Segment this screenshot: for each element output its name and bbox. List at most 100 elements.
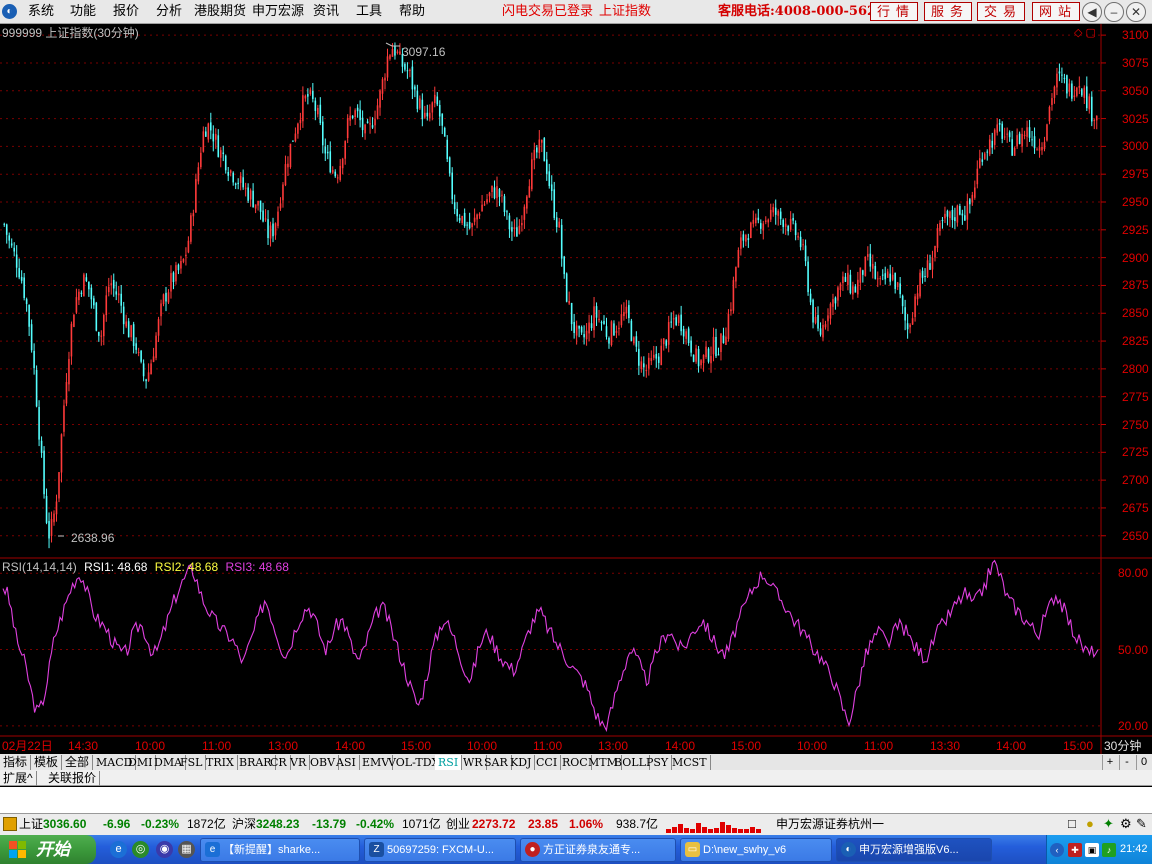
taskbar-item-label: D:\new_swhy_v6 [703, 844, 787, 856]
sh-index-amount: 1872亿 [187, 817, 226, 831]
chart-corner-icons[interactable]: ◇ ▢ [1074, 27, 1096, 39]
menu-hk-futures[interactable]: 港股期货 [194, 3, 246, 19]
tab-template[interactable]: 模板 [31, 755, 63, 770]
price-axis-label: 2925 [1122, 222, 1149, 237]
activity-bar [684, 828, 689, 833]
alert-icon[interactable] [3, 817, 17, 831]
zoom-out-button[interactable]: - [1119, 755, 1134, 770]
activity-bar [750, 827, 755, 833]
activity-bar [696, 823, 701, 833]
tab-trix[interactable]: TRIX [203, 755, 238, 770]
price-axis-label: 2950 [1122, 195, 1149, 209]
price-axis-label: 3025 [1122, 111, 1149, 126]
tab-rsi[interactable]: RSI [435, 755, 463, 770]
browser-icon[interactable]: ◎ [132, 841, 149, 858]
price-axis-label: 2650 [1122, 528, 1149, 543]
zoom-in-button[interactable]: + [1102, 755, 1117, 770]
ie-icon[interactable]: e [110, 841, 127, 858]
clock: 21:42 [1120, 843, 1148, 855]
tool-icon[interactable]: ✎ [1136, 815, 1147, 833]
lock-icon[interactable]: ● [1086, 815, 1094, 833]
price-axis-label: 2875 [1122, 278, 1149, 293]
price-axis-label: 2675 [1122, 500, 1149, 515]
low-label: 2638.96 [71, 531, 115, 545]
x-tick-label: 15:00 [731, 739, 762, 753]
taskbar-item-label: 申万宏源增强版V6... [859, 844, 959, 856]
tab-related-quotes[interactable]: 关联报价 [45, 771, 101, 786]
menu-help[interactable]: 帮助 [399, 3, 425, 19]
taskbar-item-swhy[interactable]: ◐ 申万宏源增强版V6... [836, 838, 992, 862]
activity-bar [702, 827, 707, 833]
activity-bar [756, 829, 761, 833]
menu-function[interactable]: 功能 [70, 3, 96, 19]
tab-all[interactable]: 全部 [62, 755, 94, 770]
taskbar-item-label: 50697259: FXCM-U... [387, 844, 494, 856]
menu-system[interactable]: 系统 [28, 3, 54, 19]
reset-button[interactable]: 0 [1136, 755, 1151, 770]
menu-tools[interactable]: 工具 [356, 3, 382, 19]
price-axis-label: 2825 [1122, 334, 1149, 349]
tab-asi[interactable]: ASI [333, 755, 360, 770]
tray-expand-icon[interactable]: ‹ [1050, 843, 1064, 857]
taskbar-item-forum[interactable]: e 【新提醒】sharke... [200, 838, 360, 862]
taskbar-item-founder[interactable]: ● 方正证券泉友通专... [520, 838, 676, 862]
z-app-icon: Z [369, 842, 384, 857]
price-axis-label: 2725 [1122, 445, 1149, 460]
sh-index-change: -6.96 [103, 817, 131, 831]
close-icon[interactable]: ✕ [1126, 2, 1146, 22]
chart-canvas[interactable] [0, 24, 1152, 754]
taskbar-item-folder[interactable]: ▭ D:\new_swhy_v6 [680, 838, 832, 862]
trade-button[interactable]: 交易 [977, 2, 1025, 21]
menu-swhy[interactable]: 申万宏源 [252, 3, 304, 19]
show-desktop-icon[interactable]: ▦ [178, 841, 195, 858]
app-logo-icon[interactable]: ◐ [2, 4, 17, 19]
taskbar-item-fxcm[interactable]: Z 50697259: FXCM-U... [364, 838, 516, 862]
sh-index-pct: -0.23% [141, 817, 180, 831]
tab-psy[interactable]: PSY [643, 755, 673, 770]
tab-indicator[interactable]: 指标 [0, 755, 32, 770]
window-icon[interactable]: □ [1068, 815, 1076, 833]
menu-quote[interactable]: 报价 [113, 3, 139, 19]
settings-icon[interactable]: ⚙ [1120, 815, 1132, 833]
back-icon[interactable]: ◀ [1082, 2, 1102, 22]
website-button[interactable]: 网站 [1032, 2, 1080, 21]
minimize-icon[interactable]: – [1104, 2, 1124, 22]
explorer-icon[interactable]: ◉ [156, 841, 173, 858]
x-tick-label: 14:00 [996, 739, 1027, 753]
rsi-legend-name: RSI(14,14,14) [2, 560, 77, 574]
price-axis-label: 2700 [1122, 473, 1149, 488]
rsi3-line [2, 559, 1099, 733]
hs-index-value: 3248.23 [256, 817, 300, 831]
signal-icon[interactable]: ✦ [1103, 815, 1114, 833]
activity-bar [714, 828, 719, 833]
taskbar-item-label: 方正证券泉友通专... [543, 844, 641, 856]
high-marker [385, 42, 400, 47]
x-tick-label: 10:00 [797, 739, 828, 753]
chart-title: 999999 上证指数(30分钟) [2, 26, 139, 40]
tab-cci[interactable]: CCI [533, 755, 562, 770]
market-button[interactable]: 行情 [870, 2, 918, 21]
menu-analysis[interactable]: 分析 [156, 3, 182, 19]
period-label[interactable]: 30分钟 [1104, 739, 1141, 753]
cy-index-amount: 938.7亿 [616, 817, 659, 831]
rsi-legend: RSI(14,14,14) RSI1: 48.68 RSI2: 48.68 RS… [2, 560, 289, 574]
index-link[interactable]: 上证指数 [599, 3, 651, 19]
tab-mcst[interactable]: MCST [669, 755, 711, 770]
price-axis-label: 2775 [1122, 389, 1149, 404]
app-window: ◐ 系统 功能 报价 分析 港股期货 申万宏源 资讯 工具 帮助 闪电交易已登录… [0, 0, 1152, 864]
menu-news[interactable]: 资讯 [313, 3, 339, 19]
network-icon[interactable]: ▣ [1085, 843, 1099, 857]
activity-bar [690, 829, 695, 833]
price-axis-label: 2900 [1122, 250, 1149, 265]
hs-index-pct: -0.42% [356, 817, 395, 831]
activity-bar [708, 829, 713, 833]
service-button[interactable]: 服务 [924, 2, 972, 21]
volume-icon[interactable]: ♪ [1102, 843, 1116, 857]
tab-extend[interactable]: 扩展^ [0, 771, 37, 786]
antivirus-icon[interactable]: ✚ [1068, 843, 1082, 857]
flash-trade-status-link[interactable]: 闪电交易已登录 [502, 3, 593, 19]
tab-kdj[interactable]: KDJ [507, 755, 536, 770]
rsi-axis-label: 20.00 [1118, 718, 1149, 733]
activity-bar [726, 825, 731, 833]
activity-bar [720, 822, 725, 833]
